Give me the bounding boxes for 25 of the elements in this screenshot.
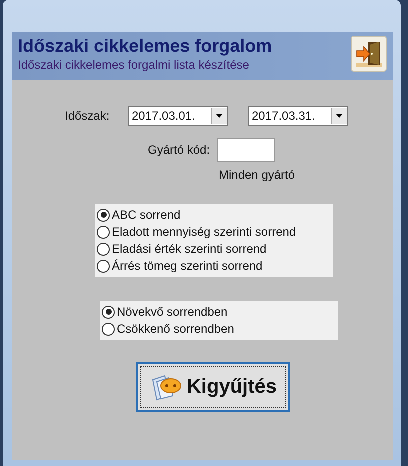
dropdown-arrow-icon — [216, 114, 223, 118]
manufacturer-label: Gyártó kód: — [148, 143, 210, 157]
radio-option[interactable]: Eladott mennyiség szerinti sorrend — [97, 225, 331, 239]
radio-button[interactable] — [97, 260, 110, 272]
radio-option[interactable]: Eladási érték szerinti sorrend — [97, 242, 331, 256]
radio-option[interactable]: ABC sorrend — [97, 208, 331, 222]
manufacturer-code-field[interactable] — [217, 138, 276, 162]
date-from-dropdown[interactable]: 2017.03.01. — [128, 106, 228, 126]
form-title: Időszaki cikkelemes forgalom — [18, 36, 272, 57]
manufacturer-note: Minden gyártó — [219, 168, 296, 182]
radio-option[interactable]: Növekvő sorrendben — [102, 305, 336, 319]
collect-button[interactable]: Kigyűjtés — [136, 362, 290, 412]
radio-button[interactable] — [102, 322, 115, 336]
radio-button[interactable] — [97, 208, 110, 222]
radio-button[interactable] — [102, 306, 115, 318]
door-arrow-icon — [354, 39, 384, 69]
radio-button[interactable] — [97, 242, 110, 256]
date-to-dropdown[interactable]: 2017.03.31. — [248, 106, 348, 126]
form-subtitle: Időszaki cikkelemes forgalmi lista készítése — [18, 58, 250, 72]
radio-option[interactable]: Árrés tömeg szerinti sorrend — [97, 259, 331, 273]
dropdown-arrow-icon — [336, 114, 343, 118]
exit-button[interactable] — [351, 36, 387, 72]
period-label: Időszak: — [65, 109, 111, 123]
radio-option[interactable]: Csökkenő sorrendben — [102, 322, 336, 336]
radio-button[interactable] — [97, 226, 110, 238]
